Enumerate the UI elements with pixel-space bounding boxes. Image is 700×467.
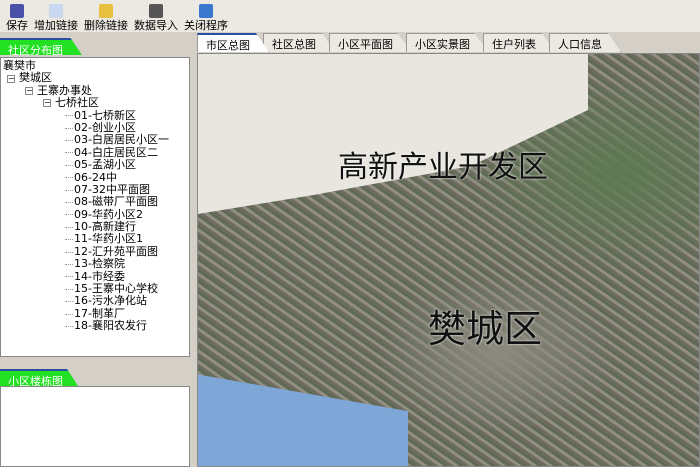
new-doc-icon xyxy=(49,4,63,18)
building-panel xyxy=(0,386,190,467)
toolbar-button-4[interactable]: 关闭程序 xyxy=(184,1,228,32)
main-tabs: 市区总图 社区总图 小区平面图 小区实景图 住户列表 人口信息 xyxy=(197,33,700,53)
tab-community-distribution[interactable]: 社区分布图 xyxy=(0,38,82,55)
toolbar-button-0[interactable]: 保存 xyxy=(6,1,28,32)
toolbar: 保存 增加链接 删除链接 数据导入 关闭程序 xyxy=(0,0,700,32)
toolbar-button-3[interactable]: 数据导入 xyxy=(134,1,178,32)
tab-4[interactable]: 住户列表 xyxy=(483,33,555,52)
tree-item[interactable]: 05-孟湖小区 xyxy=(3,158,189,171)
map-river xyxy=(198,374,408,466)
tab-1[interactable]: 社区总图 xyxy=(263,33,335,52)
folder-icon xyxy=(99,4,113,18)
tab-5[interactable]: 人口信息 xyxy=(549,33,621,52)
toolbar-label: 数据导入 xyxy=(134,19,178,32)
tree-item[interactable]: 18-襄阳农发行 xyxy=(3,319,189,332)
save-icon xyxy=(10,4,24,18)
tab-0[interactable]: 市区总图 xyxy=(197,33,269,52)
exit-icon xyxy=(199,4,213,18)
map-label-hightech-zone: 高新产业开发区 xyxy=(338,150,548,185)
toolbar-label: 增加链接 xyxy=(34,19,78,32)
collapse-icon[interactable]: − xyxy=(25,86,33,95)
tree-item[interactable]: 16-污水净化站 xyxy=(3,295,189,308)
collapse-icon[interactable]: − xyxy=(43,99,51,108)
toolbar-label: 删除链接 xyxy=(84,19,128,32)
tree-item[interactable]: 11-华药小区1 xyxy=(3,233,189,246)
toolbar-label: 关闭程序 xyxy=(184,19,228,32)
city-map[interactable]: 高新产业开发区 樊城区 xyxy=(197,53,700,467)
map-undeveloped-area xyxy=(198,54,588,214)
import-icon xyxy=(149,4,163,18)
tree-item[interactable]: 13-检察院 xyxy=(3,257,189,270)
tree-community[interactable]: − 七桥社区 xyxy=(3,96,189,110)
toolbar-button-2[interactable]: 删除链接 xyxy=(84,1,128,32)
tab-building-map[interactable]: 小区楼栋图 xyxy=(0,369,78,386)
toolbar-button-1[interactable]: 增加链接 xyxy=(34,1,78,32)
map-label-fancheng: 樊城区 xyxy=(428,307,543,351)
tree-item[interactable]: 03-白居居民小区一 xyxy=(3,133,189,146)
tree-district[interactable]: − 樊城区 xyxy=(3,71,189,85)
tree-item[interactable]: 08-磁带厂平面图 xyxy=(3,195,189,208)
tab-2[interactable]: 小区平面图 xyxy=(329,33,412,52)
collapse-icon[interactable]: − xyxy=(7,74,15,83)
tree-label: 樊城区 xyxy=(19,71,52,85)
toolbar-label: 保存 xyxy=(6,19,28,32)
tree-label: 七桥社区 xyxy=(55,96,99,110)
community-tree: 襄樊市 − 樊城区 − 王寨办事处 − 七桥社区 01-七桥新区 02-创业小区 03-白… xyxy=(0,57,190,357)
tab-3[interactable]: 小区实景图 xyxy=(406,33,489,52)
